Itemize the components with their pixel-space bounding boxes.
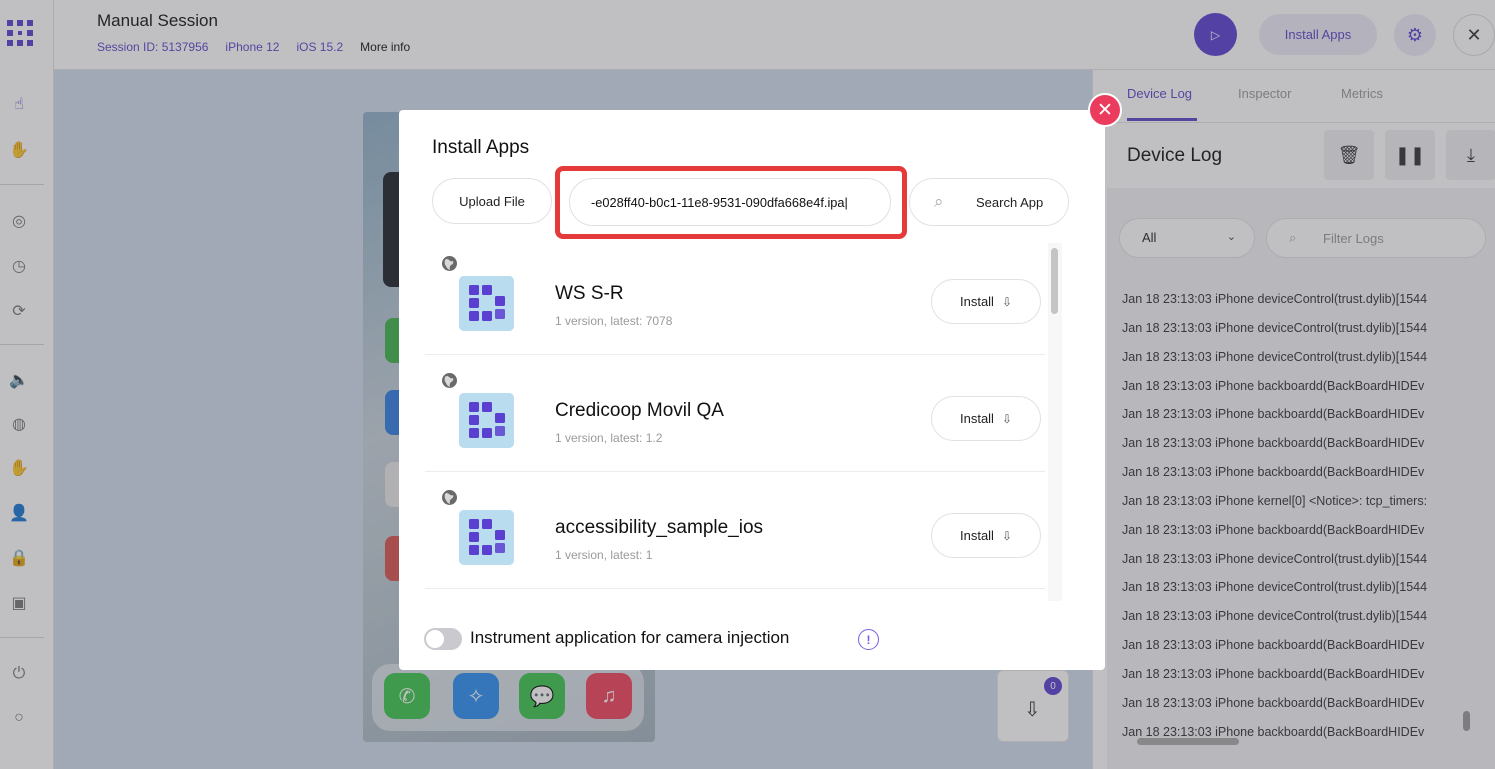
- app-list: WS S-R 1 version, latest: 7078 Install ⇩…: [425, 238, 1045, 600]
- app-list-scrollbar[interactable]: [1051, 248, 1058, 314]
- app-version: 1 version, latest: 1.2: [555, 431, 663, 445]
- modal-close-button[interactable]: ✕: [1088, 93, 1122, 127]
- camera-injection-toggle[interactable]: [424, 628, 462, 650]
- app-icon: [459, 510, 514, 565]
- app-version: 1 version, latest: 1: [555, 548, 653, 562]
- camera-injection-label: Instrument application for camera inject…: [470, 628, 790, 647]
- modal-title: Install Apps: [432, 137, 530, 158]
- app-name: accessibility_sample_ios: [555, 517, 764, 538]
- install-apps-modal: Install Apps Upload File -e028ff40-b0c1-…: [399, 110, 1105, 670]
- toggle-knob: [426, 630, 444, 648]
- install-button-label: Install: [959, 411, 994, 426]
- app-list-item: WS S-R 1 version, latest: 7078 Install ⇩: [425, 238, 1045, 355]
- install-button-label: Install: [959, 294, 994, 309]
- app-list-item: accessibility_sample_ios 1 version, late…: [425, 472, 1045, 589]
- install-app-button[interactable]: Install ⇩: [931, 396, 1041, 441]
- search-app-placeholder: Search App: [976, 195, 1044, 210]
- info-icon[interactable]: !: [858, 629, 879, 650]
- search-icon: ⌕: [934, 192, 944, 211]
- app-url-value: -e028ff40-b0c1-11e8-9531-090dfa668e4f.ip…: [591, 194, 848, 210]
- install-icon: ⇩: [1001, 528, 1013, 543]
- app-icon: [459, 276, 514, 331]
- app-url-input[interactable]: -e028ff40-b0c1-11e8-9531-090dfa668e4f.ip…: [569, 178, 891, 226]
- globe-icon: [441, 372, 458, 389]
- globe-icon: [441, 255, 458, 272]
- install-app-button[interactable]: Install ⇩: [931, 279, 1041, 324]
- install-icon: ⇩: [1001, 294, 1013, 309]
- app-version: 1 version, latest: 7078: [555, 314, 673, 328]
- search-app-input[interactable]: ⌕ Search App: [909, 178, 1069, 226]
- install-app-button[interactable]: Install ⇩: [931, 513, 1041, 558]
- install-button-label: Install: [959, 528, 994, 543]
- app-name: WS S-R: [555, 283, 624, 304]
- app-list-item: Credicoop Movil QA 1 version, latest: 1.…: [425, 355, 1045, 472]
- app-name: Credicoop Movil QA: [555, 400, 724, 421]
- close-icon: ✕: [1097, 99, 1113, 121]
- globe-icon: [441, 489, 458, 506]
- app-icon: [459, 393, 514, 448]
- upload-file-button[interactable]: Upload File: [432, 178, 552, 224]
- install-icon: ⇩: [1001, 411, 1013, 426]
